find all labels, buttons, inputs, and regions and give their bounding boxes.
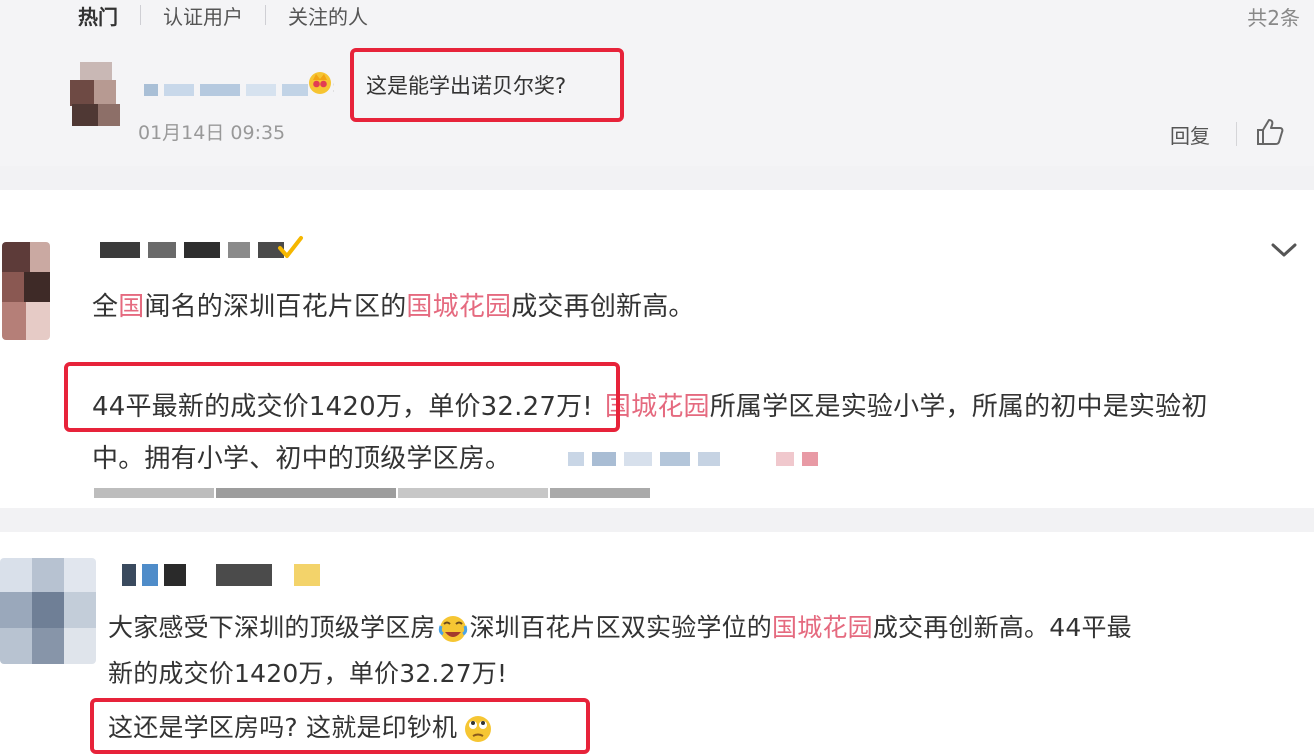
username-blurred[interactable] xyxy=(100,242,284,258)
avatar[interactable] xyxy=(2,242,50,340)
avatar[interactable] xyxy=(0,558,96,664)
estate-link[interactable]: 国城花园 xyxy=(605,392,710,422)
post-text: 新的成交价1420万，单价32.27万! xyxy=(108,659,508,688)
comment-total-count: 共2条 xyxy=(1247,6,1300,30)
action-divider xyxy=(1236,122,1237,146)
reply-button[interactable]: 回复 xyxy=(1170,120,1210,149)
blurred-content xyxy=(568,452,818,466)
tab-hot[interactable]: 热门 xyxy=(78,1,118,30)
tab-divider xyxy=(265,5,266,25)
thumbs-up-icon[interactable] xyxy=(1254,116,1286,148)
avatar[interactable] xyxy=(64,62,128,128)
annotation-box xyxy=(350,48,624,122)
post-text: 成交再创新高。 xyxy=(511,292,695,322)
post-text: 大家感受下深圳的顶级学区房 xyxy=(108,613,436,642)
tab-verified-users[interactable]: 认证用户 xyxy=(163,1,243,30)
reply-comment-section: 热门 认证用户 关注的人 共2条 : 这是能学出诺贝尔奖? 01月14日 09:… xyxy=(0,0,1314,166)
post-text: 深圳百花片区双实验学位的 xyxy=(469,613,773,642)
post-text-line: 新的成交价1420万，单价32.27万! xyxy=(108,654,507,690)
svg-text::: : xyxy=(332,77,334,96)
post-text-line: 全国闻名的深圳百花片区的国城花园成交再创新高。 xyxy=(92,286,695,323)
estate-link[interactable]: 国城花园 xyxy=(772,613,873,642)
highlight-text: 国 xyxy=(118,292,145,322)
post-text: 成交再创新高。44平最 xyxy=(872,613,1132,642)
comment-filter-tabs: 热门 认证用户 关注的人 xyxy=(78,0,368,30)
comment-timestamp: 01月14日 09:35 xyxy=(138,122,286,144)
estate-link[interactable]: 国城花园 xyxy=(406,292,511,322)
post-text-line: 中。拥有小学、初中的顶级学区房。 xyxy=(92,438,511,475)
tab-following[interactable]: 关注的人 xyxy=(288,1,368,30)
post-text-line: 大家感受下深圳的顶级学区房 深圳百花片区双实验学位的国城花园成交再创新高。44平最 xyxy=(108,608,1132,644)
blurred-content xyxy=(94,488,650,498)
tab-divider xyxy=(140,5,141,25)
post-text: 所属学区是实验小学，所属的初中是实验初 xyxy=(709,392,1208,422)
post-card: 大家感受下深圳的顶级学区房 深圳百花片区双实验学位的国城花园成交再创新高。44平最… xyxy=(0,532,1314,754)
crown-badge-icon: : xyxy=(309,72,334,96)
annotation-box xyxy=(64,362,620,432)
post-card: 全国闻名的深圳百花片区的国城花园成交再创新高。 44平最新的成交价1420万，单… xyxy=(0,190,1314,508)
cry-laugh-emoji-icon xyxy=(438,616,467,642)
post-text: 闻名的深圳百花片区的 xyxy=(144,292,407,322)
annotation-box xyxy=(90,698,590,754)
post-text: 全 xyxy=(92,292,119,322)
chevron-down-icon[interactable] xyxy=(1270,240,1298,260)
post-text: 中。拥有小学、初中的顶级学区房。 xyxy=(92,444,512,474)
username-blurred[interactable] xyxy=(122,564,320,586)
verified-check-icon xyxy=(278,236,303,258)
username-blurred[interactable] xyxy=(144,84,308,96)
